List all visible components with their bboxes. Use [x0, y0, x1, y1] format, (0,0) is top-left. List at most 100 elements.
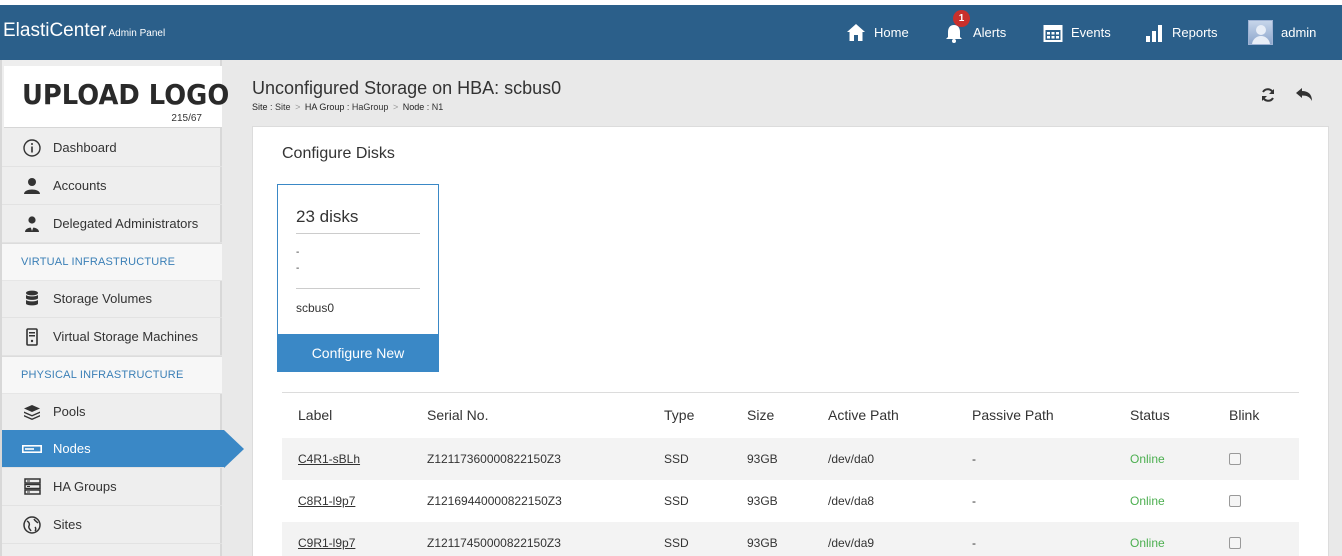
user-icon	[22, 177, 42, 195]
disk-count: 23 disks	[296, 207, 359, 226]
refresh-icon[interactable]	[1260, 87, 1276, 108]
column-header-blink[interactable]: Blink	[1229, 407, 1259, 423]
divider	[296, 288, 420, 289]
nav-events[interactable]: Events	[1043, 5, 1111, 60]
sidebar-item-label: Virtual Storage Machines	[53, 329, 199, 344]
blink-checkbox[interactable]	[1229, 537, 1241, 549]
server-stack-icon	[22, 478, 42, 495]
nav-home[interactable]: Home	[846, 5, 909, 60]
sidebar-section-virtual: VIRTUAL INFRASTRUCTURE	[2, 243, 222, 281]
bar-chart-icon	[1144, 23, 1164, 43]
active-path-cell: /dev/da0	[828, 452, 875, 466]
sidebar-item-label: HA Groups	[53, 479, 117, 494]
sidebar-item-storage-volumes[interactable]: Storage Volumes	[2, 280, 222, 318]
type-cell: SSD	[664, 452, 689, 466]
column-header-label[interactable]: Label	[298, 407, 332, 423]
status-cell: Online	[1130, 536, 1165, 550]
active-path-cell: /dev/da9	[828, 536, 875, 550]
configure-disks-heading: Configure Disks	[282, 145, 395, 162]
blink-checkbox[interactable]	[1229, 495, 1241, 507]
user-tie-icon	[22, 215, 42, 233]
sidebar-item-pools[interactable]: Pools	[2, 393, 222, 431]
nav-alerts-label: Alerts	[973, 25, 1007, 40]
home-icon	[846, 23, 866, 42]
sidebar-item-label: Sites	[53, 517, 82, 532]
sidebar-section-physical: PHYSICAL INFRASTRUCTURE	[2, 356, 222, 394]
sidebar-item-delegated-administrators[interactable]: Delegated Administrators	[2, 205, 222, 243]
logo-upload[interactable]: UPLOAD LOGO 215/67	[4, 66, 229, 128]
sidebar-item-accounts[interactable]: Accounts	[2, 167, 222, 205]
column-header-active-path[interactable]: Active Path	[828, 407, 899, 423]
card-hba-name: scbus0	[296, 301, 335, 315]
nav-reports-label: Reports	[1172, 25, 1218, 40]
logo-text: UPLOAD LOGO	[22, 78, 230, 111]
card-line-2: -	[296, 263, 300, 274]
sidebar-item-label: Storage Volumes	[53, 291, 153, 306]
passive-path-cell: -	[972, 452, 976, 466]
size-cell: 93GB	[747, 494, 778, 508]
sidebar-item-sites[interactable]: Sites	[2, 506, 222, 544]
nav-home-label: Home	[874, 25, 909, 40]
nav-reports[interactable]: Reports	[1144, 5, 1218, 60]
sidebar: UPLOAD LOGO 215/67 Dashboard Accounts De…	[0, 60, 244, 556]
sidebar-item-label: Nodes	[53, 441, 91, 456]
breadcrumb-node[interactable]: Node : N1	[403, 102, 444, 112]
sidebar-item-virtual-storage-machines[interactable]: Virtual Storage Machines	[2, 318, 222, 356]
status-cell: Online	[1130, 452, 1165, 466]
sidebar-item-dashboard[interactable]: Dashboard	[2, 129, 222, 167]
sidebar-item-nodes[interactable]: Nodes	[2, 430, 244, 468]
node-bar-icon	[22, 444, 42, 453]
type-cell: SSD	[664, 494, 689, 508]
table-row: C4R1-sBLh Z12117360000822150Z3 SSD 93GB …	[282, 438, 1299, 480]
nav-alerts[interactable]: 1 Alerts	[943, 5, 1006, 60]
sidebar-item-label: Accounts	[53, 178, 107, 193]
divider	[282, 392, 1299, 393]
brand[interactable]: ElastiCenter Admin Panel	[3, 20, 165, 42]
serial-cell: Z12169440000822150Z3	[427, 494, 562, 508]
column-header-passive-path[interactable]: Passive Path	[972, 407, 1054, 423]
back-icon[interactable]	[1295, 87, 1313, 108]
globe-icon	[22, 515, 42, 534]
size-cell: 93GB	[747, 452, 778, 466]
nav-user[interactable]: admin	[1248, 5, 1316, 60]
configure-new-button[interactable]: Configure New	[277, 334, 439, 372]
disk-group-card[interactable]: 23 disks - - scbus0 Configure New	[277, 184, 439, 372]
type-cell: SSD	[664, 536, 689, 550]
blink-checkbox[interactable]	[1229, 453, 1241, 465]
avatar	[1248, 20, 1273, 45]
page-title: Unconfigured Storage on HBA: scbus0	[252, 78, 562, 98]
calendar-icon	[1043, 23, 1063, 43]
status-cell: Online	[1130, 494, 1165, 508]
sidebar-item-label: Dashboard	[53, 140, 117, 155]
breadcrumb-ha-group[interactable]: HA Group : HaGroup	[305, 102, 389, 112]
column-header-size[interactable]: Size	[747, 407, 774, 423]
sidebar-item-ha-groups[interactable]: HA Groups	[2, 468, 222, 506]
brand-subtitle: Admin Panel	[108, 28, 166, 39]
disk-label-link[interactable]: C9R1-l9p7	[298, 536, 355, 550]
disk-label-link[interactable]: C8R1-l9p7	[298, 494, 355, 508]
info-circle-icon	[22, 138, 42, 157]
logo-count: 215/67	[171, 113, 202, 124]
serial-cell: Z12117360000822150Z3	[427, 452, 561, 466]
database-icon	[22, 290, 42, 307]
server-tower-icon	[22, 327, 42, 346]
brand-name: ElastiCenter	[3, 20, 107, 41]
breadcrumb: Site : Site > HA Group : HaGroup > Node …	[252, 102, 444, 112]
card-line-1: -	[296, 247, 300, 258]
passive-path-cell: -	[972, 536, 976, 550]
top-navbar: ElastiCenter Admin Panel Home 1 Alerts Ev…	[0, 0, 1342, 60]
size-cell: 93GB	[747, 536, 778, 550]
column-header-status[interactable]: Status	[1130, 407, 1170, 423]
column-header-type[interactable]: Type	[664, 407, 694, 423]
sidebar-item-label: Delegated Administrators	[53, 216, 199, 231]
divider	[296, 233, 420, 234]
alerts-count-badge: 1	[953, 10, 970, 27]
breadcrumb-site[interactable]: Site : Site	[252, 102, 291, 112]
nav-user-label: admin	[1281, 25, 1317, 40]
table-row: C9R1-l9p7 Z12117450000822150Z3 SSD 93GB …	[282, 522, 1299, 556]
table-row: C8R1-l9p7 Z12169440000822150Z3 SSD 93GB …	[282, 480, 1299, 522]
disk-label-link[interactable]: C4R1-sBLh	[298, 452, 360, 466]
column-header-serial[interactable]: Serial No.	[427, 407, 488, 423]
sidebar-item-label: Pools	[53, 404, 86, 419]
passive-path-cell: -	[972, 494, 976, 508]
